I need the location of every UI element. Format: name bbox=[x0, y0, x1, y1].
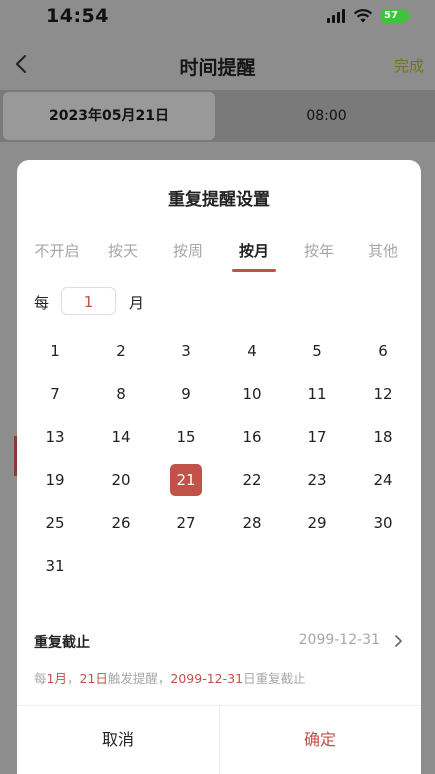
interval-prefix: 每 bbox=[34, 294, 50, 312]
day-option[interactable]: 8 bbox=[105, 378, 137, 410]
done-button[interactable]: 完成 bbox=[394, 55, 424, 76]
confirm-button[interactable]: 确定 bbox=[219, 706, 421, 774]
status-bar: 14:54 57 bbox=[0, 0, 435, 34]
day-option[interactable]: 19 bbox=[39, 464, 71, 496]
day-option[interactable]: 22 bbox=[236, 464, 268, 496]
date-tab[interactable]: 2023年05月21日 bbox=[3, 92, 215, 140]
nav-bar: 时间提醒 完成 bbox=[0, 44, 435, 86]
tab-weekly[interactable]: 按周 bbox=[158, 240, 218, 261]
summary-day: 21日 bbox=[79, 671, 108, 686]
interval-input[interactable]: 1 bbox=[61, 287, 116, 315]
tab-monthly[interactable]: 按月 bbox=[224, 240, 284, 261]
day-option[interactable]: 9 bbox=[170, 378, 202, 410]
day-option[interactable]: 23 bbox=[301, 464, 333, 496]
day-option[interactable]: 16 bbox=[236, 421, 268, 453]
tab-other[interactable]: 其他 bbox=[353, 240, 413, 261]
dialog-title: 重复提醒设置 bbox=[168, 190, 270, 210]
page-title: 时间提醒 bbox=[179, 57, 256, 79]
repeat-end-row[interactable]: 重复截止 2099-12-31 bbox=[34, 630, 406, 654]
day-option[interactable]: 11 bbox=[301, 378, 333, 410]
summary-end-date: 2099-12-31 bbox=[170, 671, 244, 686]
day-option[interactable]: 20 bbox=[105, 464, 137, 496]
battery-icon: 57 bbox=[381, 9, 410, 23]
signal-icon bbox=[327, 9, 345, 23]
day-option[interactable]: 28 bbox=[236, 507, 268, 539]
cancel-button[interactable]: 取消 bbox=[17, 706, 219, 774]
day-option[interactable]: 4 bbox=[236, 335, 268, 367]
day-option[interactable]: 13 bbox=[39, 421, 71, 453]
time-tab[interactable]: 08:00 bbox=[218, 92, 435, 140]
repeat-end-value: 2099-12-31 bbox=[298, 632, 380, 648]
repeat-end-label: 重复截止 bbox=[34, 635, 90, 651]
wifi-icon bbox=[353, 9, 373, 23]
summary-interval: 1月 bbox=[46, 671, 67, 686]
tab-daily[interactable]: 按天 bbox=[93, 240, 153, 261]
summary-text: 触发提醒， bbox=[107, 671, 171, 686]
tab-off[interactable]: 不开启 bbox=[27, 240, 87, 261]
day-option[interactable]: 7 bbox=[39, 378, 71, 410]
day-option[interactable]: 15 bbox=[170, 421, 202, 453]
dialog-footer: 取消 确定 bbox=[17, 705, 421, 774]
day-option[interactable]: 3 bbox=[170, 335, 202, 367]
day-option[interactable]: 30 bbox=[367, 507, 399, 539]
day-option[interactable]: 14 bbox=[105, 421, 137, 453]
date-time-segment: 2023年05月21日 08:00 bbox=[0, 90, 435, 142]
summary-text: 每 bbox=[34, 671, 47, 686]
summary-text: ， bbox=[66, 671, 80, 686]
day-option[interactable]: 27 bbox=[170, 507, 202, 539]
day-option[interactable]: 10 bbox=[236, 378, 268, 410]
tab-yearly[interactable]: 按年 bbox=[289, 240, 349, 261]
day-option[interactable]: 1 bbox=[39, 335, 71, 367]
day-option-selected[interactable]: 21 bbox=[170, 464, 202, 496]
repeat-summary: 每1月，21日触发提醒，2099-12-31日重复截止 bbox=[34, 668, 306, 687]
interval-unit: 月 bbox=[129, 294, 145, 312]
repeat-settings-dialog: 重复提醒设置 不开启 按天 按周 按月 按年 其他 每 1 月 12345678… bbox=[17, 160, 421, 774]
status-icons: 57 bbox=[327, 8, 410, 24]
day-option[interactable]: 29 bbox=[301, 507, 333, 539]
day-option[interactable]: 6 bbox=[367, 335, 399, 367]
repeat-tabs: 不开启 按天 按周 按月 按年 其他 bbox=[17, 240, 421, 276]
day-option[interactable]: 18 bbox=[367, 421, 399, 453]
day-option[interactable]: 26 bbox=[105, 507, 137, 539]
day-option[interactable]: 17 bbox=[301, 421, 333, 453]
day-option[interactable]: 5 bbox=[301, 335, 333, 367]
day-option[interactable]: 24 bbox=[367, 464, 399, 496]
day-option[interactable]: 12 bbox=[367, 378, 399, 410]
day-option[interactable]: 25 bbox=[39, 507, 71, 539]
day-option[interactable]: 31 bbox=[39, 550, 71, 582]
summary-text: 日重复截止 bbox=[243, 671, 306, 686]
status-time: 14:54 bbox=[46, 5, 109, 27]
tab-underline bbox=[232, 269, 276, 272]
chevron-right-icon bbox=[395, 635, 402, 647]
day-option[interactable]: 2 bbox=[105, 335, 137, 367]
